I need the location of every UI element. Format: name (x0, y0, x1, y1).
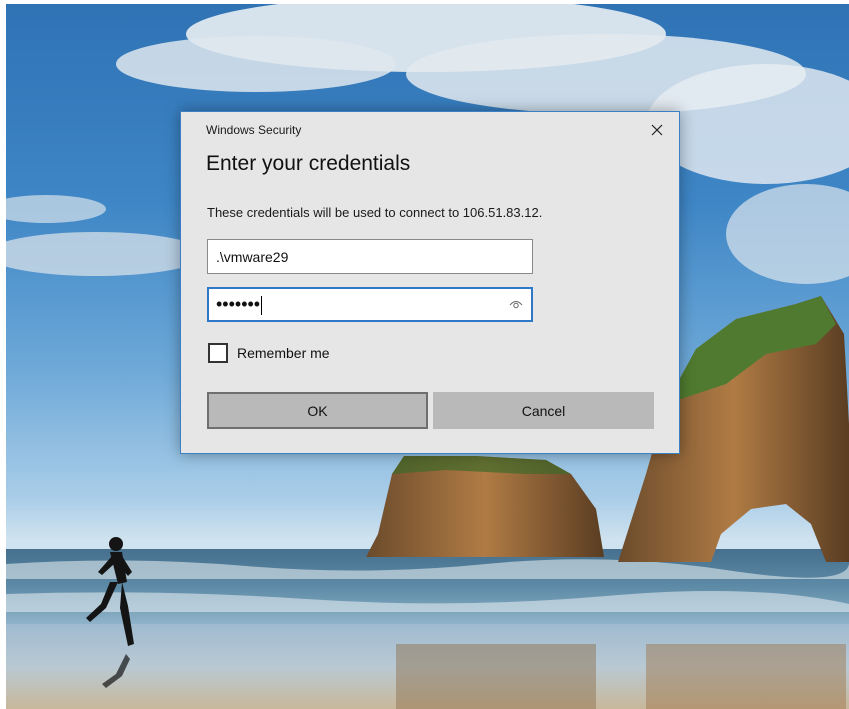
reveal-password-button[interactable] (508, 297, 524, 311)
dialog-caption: Windows Security (206, 123, 302, 137)
password-masked-value: ••••••• (216, 294, 263, 315)
password-field[interactable]: ••••••• (207, 287, 533, 322)
close-button[interactable] (643, 118, 671, 142)
close-icon (651, 124, 663, 136)
cancel-button[interactable]: Cancel (433, 392, 654, 429)
credentials-dialog: Windows Security Enter your credentials … (180, 111, 680, 454)
dialog-heading: Enter your credentials (206, 152, 411, 175)
desktop: Windows Security Enter your credentials … (0, 0, 849, 709)
remember-me-label: Remember me (237, 345, 330, 361)
ok-button[interactable]: OK (207, 392, 428, 429)
eye-icon (509, 301, 523, 309)
remember-me-checkbox[interactable] (208, 343, 228, 363)
remember-me-option[interactable]: Remember me (208, 343, 330, 363)
password-dots: ••••••• (216, 294, 261, 314)
username-value: .\vmware29 (216, 249, 289, 265)
text-caret (261, 295, 263, 315)
dialog-message: These credentials will be used to connec… (207, 205, 543, 220)
username-field[interactable]: .\vmware29 (207, 239, 533, 274)
